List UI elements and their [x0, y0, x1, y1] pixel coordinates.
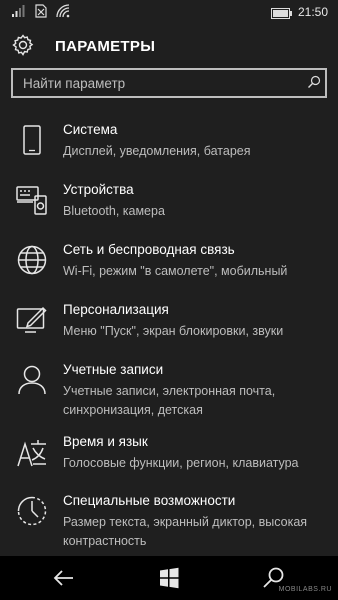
search-input[interactable]	[13, 70, 293, 96]
settings-item-subtitle: Учетные записи, электронная почта, синхр…	[63, 384, 276, 417]
navigation-bar: MOBILABS.RU	[0, 556, 338, 600]
settings-item-accessibility[interactable]: Специальные возможности Размер текста, э…	[0, 493, 338, 555]
windows-logo-icon	[160, 567, 179, 589]
phone-icon	[16, 124, 48, 156]
settings-item-subtitle: Bluetooth, камера	[63, 204, 165, 218]
globe-icon	[16, 244, 48, 276]
start-button[interactable]	[149, 564, 189, 592]
page-header: ПАРАМЕТРЫ	[0, 28, 338, 64]
settings-item-devices[interactable]: Устройства Bluetooth, камера	[0, 182, 338, 240]
back-button[interactable]	[44, 564, 84, 592]
accessibility-icon	[16, 495, 48, 527]
devices-icon	[16, 184, 48, 216]
wifi-icon	[56, 4, 70, 23]
settings-item-title: Сеть и беспроводная связь	[63, 242, 235, 257]
watermark: MOBILABS.RU	[278, 586, 332, 593]
settings-item-system[interactable]: Система Дисплей, уведомления, батарея	[0, 122, 338, 180]
settings-item-subtitle: Wi-Fi, режим "в самолете", мобильный	[63, 264, 288, 278]
settings-item-title: Система	[63, 122, 118, 137]
settings-item-time-language[interactable]: Время и язык Голосовые функции, регион, …	[0, 434, 338, 492]
gear-icon	[11, 33, 35, 62]
clock: 21:50	[297, 5, 328, 19]
settings-item-personalization[interactable]: Персонализация Меню "Пуск", экран блокир…	[0, 302, 338, 360]
settings-item-title: Персонализация	[63, 302, 169, 317]
person-icon	[16, 364, 48, 396]
settings-item-title: Время и язык	[63, 434, 148, 449]
back-arrow-icon	[53, 570, 73, 586]
page-title: ПАРАМЕТРЫ	[55, 38, 156, 55]
no-sim-icon	[35, 4, 47, 23]
search-box[interactable]	[11, 68, 327, 98]
settings-item-subtitle: Дисплей, уведомления, батарея	[63, 144, 251, 158]
settings-item-accounts[interactable]: Учетные записи Учетные записи, электронн…	[0, 362, 338, 420]
settings-item-subtitle: Размер текста, экранный диктор, высокая …	[63, 515, 308, 548]
signal-icon	[11, 4, 25, 23]
settings-item-title: Устройства	[63, 182, 134, 197]
settings-item-subtitle: Меню "Пуск", экран блокировки, звуки	[63, 324, 284, 338]
time-language-icon	[16, 436, 48, 468]
settings-item-subtitle: Голосовые функции, регион, клавиатура	[63, 456, 299, 470]
settings-item-title: Учетные записи	[63, 362, 164, 377]
battery-icon	[271, 6, 293, 24]
settings-item-network[interactable]: Сеть и беспроводная связь Wi-Fi, режим "…	[0, 242, 338, 300]
search-icon[interactable]	[307, 75, 321, 94]
status-bar: 21:50	[0, 0, 338, 24]
personalization-icon	[16, 304, 48, 336]
settings-item-title: Специальные возможности	[63, 493, 236, 508]
